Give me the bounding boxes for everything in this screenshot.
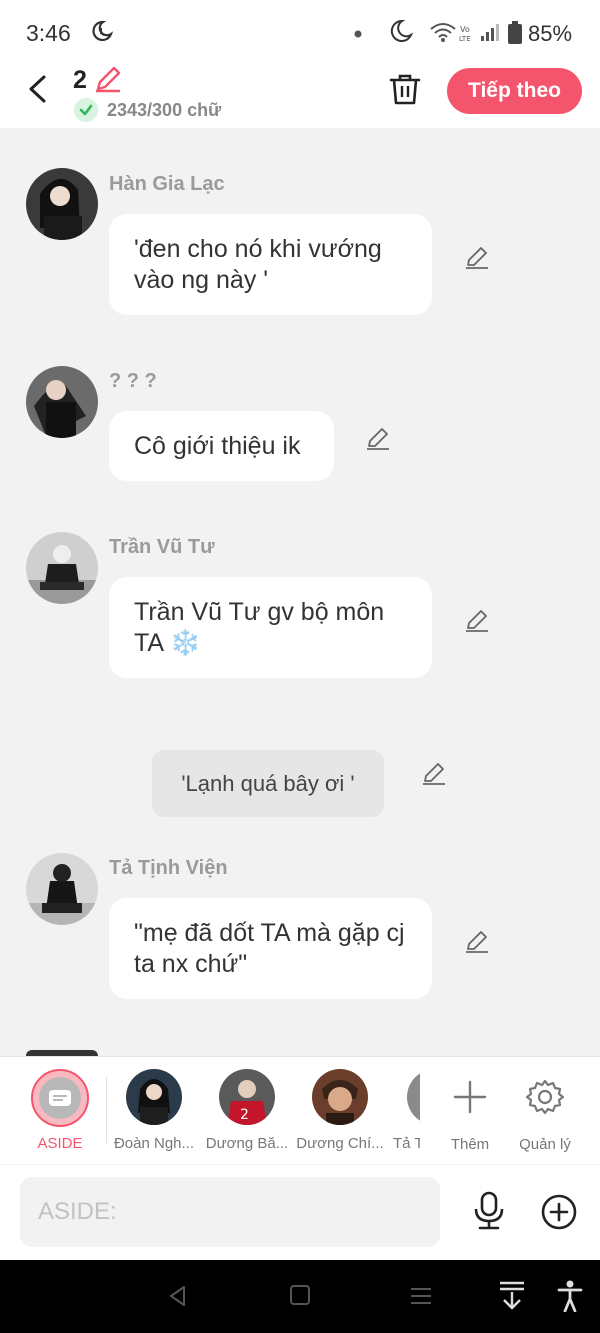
character-label: ASIDE [37,1135,83,1152]
avatar: 2 [219,1069,275,1125]
character-label: Đoàn Ngh... [113,1135,195,1152]
status-time: 3:46 [26,20,71,46]
nav-home-icon[interactable] [289,1284,311,1306]
trash-icon[interactable] [388,72,422,106]
edit-message-icon[interactable] [421,760,447,786]
divider [106,1077,107,1143]
next-button[interactable]: Tiếp theo [447,68,582,114]
dnd-moon-icon [390,19,414,42]
volte-icon: Vo LTE [459,25,471,42]
header: 2 2343/300 chữ Tiếp theo [0,64,600,128]
avatar[interactable] [26,366,98,438]
svg-text:Vo: Vo [460,25,470,34]
system-nav-bar [0,1260,600,1333]
avatar [126,1069,182,1125]
message-input[interactable] [20,1177,440,1247]
character-label: Quản lý [519,1136,571,1153]
message-bubble[interactable]: 'đen cho nó khi vướng vào ng này ' [109,214,432,315]
back-icon[interactable] [24,74,54,104]
microphone-icon[interactable] [470,1191,508,1231]
add-circle-icon[interactable] [540,1193,578,1231]
accessibility-icon[interactable] [557,1280,583,1312]
aside-message-bubble[interactable]: 'Lạnh quá bây ơi ' [152,750,384,817]
nav-back-icon[interactable] [166,1284,190,1308]
battery-icon [508,21,522,44]
word-count: 2343/300 chữ [107,100,222,120]
character-chip[interactable]: Tả T [380,1069,420,1152]
nav-recents-icon[interactable] [409,1284,433,1308]
wifi-icon [430,23,456,42]
gear-icon [525,1079,565,1115]
character-name: Trần Vũ Tư [109,536,215,558]
avatar[interactable] [26,853,98,925]
avatar [312,1069,368,1125]
edit-message-icon[interactable] [464,928,490,954]
character-name: ? ? ? [109,370,157,392]
avatar[interactable] [26,168,98,240]
message-bubble[interactable]: Cô giới thiệu ik [109,411,334,481]
edit-title-icon[interactable] [93,64,123,94]
character-name: Hàn Gia Lạc [109,173,225,195]
character-label: Dương Bă... [205,1135,289,1152]
character-name: Tả Tịnh Viện [109,857,228,879]
battery-level: 85% [528,21,573,46]
character-selector: ASIDE Đoàn Ngh... 2 Dương Bă... Dương Ch… [0,1056,600,1164]
character-aside[interactable]: ASIDE [15,1069,105,1152]
message-bubble[interactable]: "mẹ đã dốt TA mà gặp cj ta nx chứ" [109,898,432,999]
check-icon [74,98,98,122]
character-label: Tả T [393,1135,420,1152]
plus-icon [453,1080,487,1114]
svg-text:LTE: LTE [459,35,471,42]
input-bar [0,1165,600,1260]
status-bar: 3:46 Vo LTE 85% [0,0,600,64]
character-chip[interactable]: 2 Dương Bă... [202,1069,292,1152]
edit-message-icon[interactable] [464,244,490,270]
chat-icon [49,1090,71,1106]
character-label: Dương Chí... [296,1135,384,1152]
signal-icon [481,24,499,41]
edit-message-icon[interactable] [365,425,391,451]
character-chip[interactable]: Dương Chí... [295,1069,385,1152]
chapter-count: 2 [73,66,87,94]
moon-clock-icon [92,20,114,42]
aside-avatar [31,1069,89,1127]
nav-hide-icon[interactable] [498,1280,526,1312]
avatar[interactable] [26,532,98,604]
svg-text:2: 2 [240,1107,249,1123]
edit-message-icon[interactable] [464,607,490,633]
dot-icon [354,30,362,38]
message-bubble[interactable]: Trần Vũ Tư gv bộ môn TA ❄️ [109,577,432,678]
character-chip[interactable]: Đoàn Ngh... [109,1069,199,1152]
avatar [407,1069,420,1125]
manage-characters-button[interactable]: Quản lý [500,1069,590,1153]
